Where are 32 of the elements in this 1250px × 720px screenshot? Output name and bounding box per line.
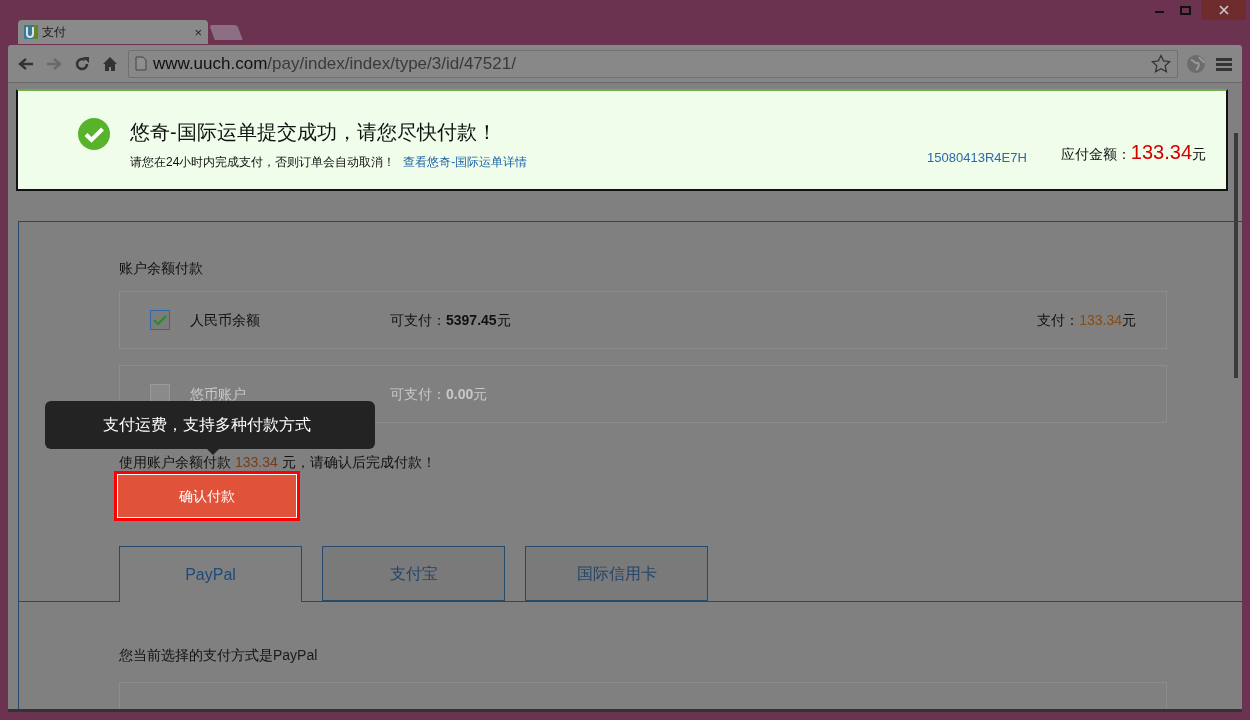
tab-title: 支付 [42,24,67,41]
section-heading: 账户余额付款 [119,259,204,278]
order-number: 15080413R4E7H [927,148,1027,167]
address-bar[interactable]: www.uuch.com/pay/index/index/type/3/id/47521/ [128,49,1178,78]
success-check-icon [78,118,110,150]
tab-close-button[interactable]: × [194,25,202,39]
minimize-icon [1155,11,1164,13]
page-icon [135,56,147,71]
new-tab-button[interactable] [209,25,243,40]
confirm-message: 使用账户余额付款 133.34 元，请确认后完成付款！ [119,454,437,470]
deadline-notice: 请您在24小时内完成支付，否则订单会自动取消！ [130,154,396,171]
order-detail-link[interactable]: 查看悠奇-国际运单详情 [403,153,528,171]
account-name: 悠币账户 [190,384,247,404]
banner-title: 悠奇-国际运单提交成功，请您尽快付款！ [130,120,498,145]
site-logo-icon [24,25,38,39]
account-name: 人民币余额 [190,310,261,330]
checkbox[interactable] [150,310,170,330]
current-method-text: 您当前选择的支付方式是PayPal [119,646,319,665]
globe-icon [1186,53,1206,74]
maximize-icon [1180,5,1191,15]
url-text: www.uuch.com/pay/index/index/type/3/id/47521/ [153,52,517,75]
amount-due: 应付金额：133.34元 [1060,140,1206,165]
pay-amount: 支付：133.34元 [1037,310,1136,330]
available-balance: 可支付：5397.45元 [390,310,512,330]
close-icon [1201,0,1246,20]
star-icon [1151,53,1171,74]
confirm-payment-button[interactable]: 确认付款 [118,475,296,517]
scrollbar-thumb[interactable] [1234,133,1238,378]
available-balance: 可支付：0.00元 [390,384,489,404]
browser-tab[interactable]: 支付 × [18,20,208,44]
tooltip-arrow-icon [207,449,219,455]
tooltip: 支付运费，支持多种付款方式 [45,401,375,449]
